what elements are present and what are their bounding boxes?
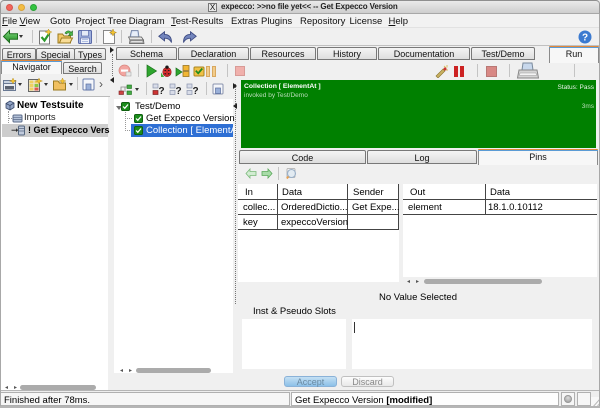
svg-text:?: ? [192, 86, 198, 96]
svg-text:?: ? [175, 86, 181, 96]
svg-text:?: ? [582, 33, 588, 44]
svg-text:?: ? [158, 86, 164, 96]
